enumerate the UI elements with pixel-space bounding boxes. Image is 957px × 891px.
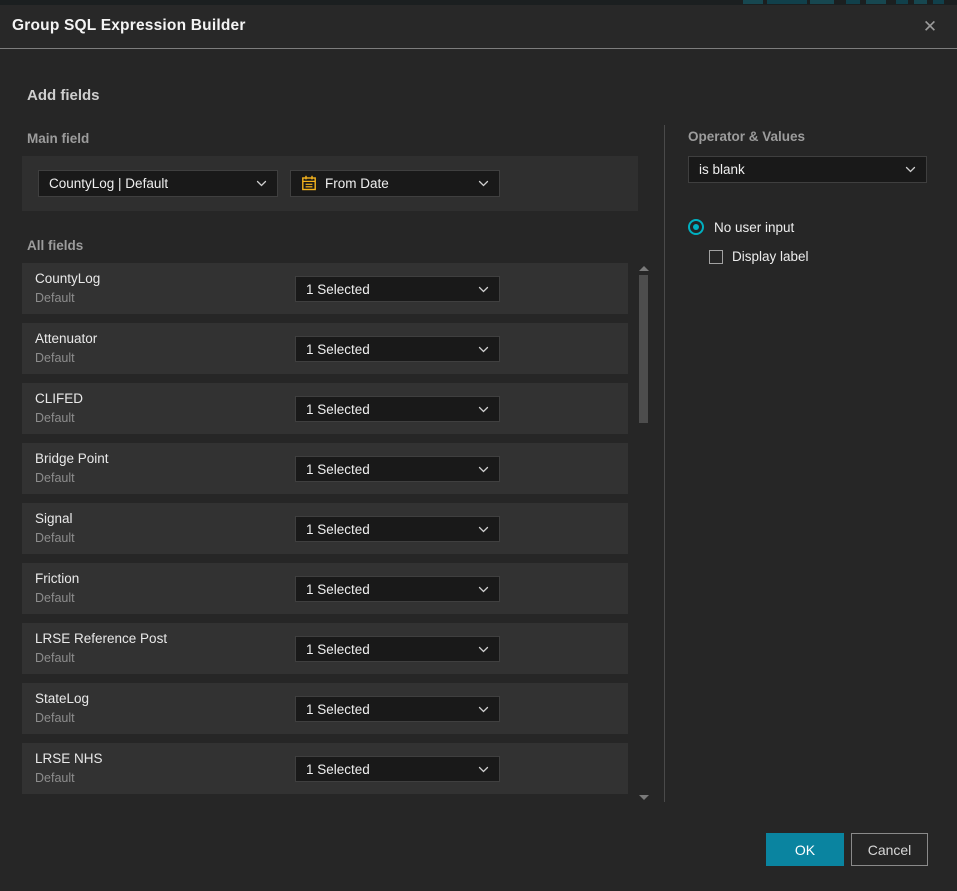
chevron-down-icon [478,180,489,187]
operator-select[interactable]: is blank [688,156,927,183]
background-app-fragment [896,0,908,4]
field-subtitle: Default [35,411,75,425]
chevron-down-icon [478,586,489,593]
checkbox-icon [709,250,723,264]
background-app-fragment [810,0,834,4]
field-row: Signal Default 1 Selected [22,503,628,554]
field-row: Bridge Point Default 1 Selected [22,443,628,494]
field-subtitle: Default [35,711,75,725]
field-selected-value: 1 Selected [306,462,470,477]
add-fields-heading: Add fields [27,87,100,104]
field-selected-value: 1 Selected [306,582,470,597]
chevron-down-icon [478,526,489,533]
field-selected-value: 1 Selected [306,342,470,357]
field-name: CountyLog [35,271,100,286]
field-subtitle: Default [35,771,75,785]
dialog-title: Group SQL Expression Builder [12,17,246,35]
field-subtitle: Default [35,591,75,605]
field-name: Bridge Point [35,451,109,466]
field-selected-dropdown[interactable]: 1 Selected [295,756,500,782]
field-selected-value: 1 Selected [306,762,470,777]
chevron-down-icon [256,180,267,187]
field-selected-dropdown[interactable]: 1 Selected [295,396,500,422]
scrollbar-thumb[interactable] [639,275,648,423]
main-field-box: CountyLog | Default From Date [22,156,638,211]
panel-divider [664,125,665,802]
field-row: Attenuator Default 1 Selected [22,323,628,374]
all-fields-label: All fields [27,238,83,253]
field-row: LRSE Reference Post Default 1 Selected [22,623,628,674]
chevron-down-icon [478,346,489,353]
field-name: LRSE NHS [35,751,103,766]
scroll-down-icon[interactable] [639,795,649,800]
field-list: CountyLog Default 1 Selected Attenuator … [22,263,628,803]
no-user-input-label: No user input [714,220,794,235]
chevron-down-icon [905,166,916,173]
field-selected-value: 1 Selected [306,282,470,297]
close-icon[interactable]: ✕ [917,14,943,40]
radio-icon [688,219,704,235]
field-subtitle: Default [35,531,75,545]
field-select-value: From Date [325,176,470,191]
layer-select[interactable]: CountyLog | Default [38,170,278,197]
field-subtitle: Default [35,351,75,365]
field-row: Friction Default 1 Selected [22,563,628,614]
field-subtitle: Default [35,471,75,485]
background-app-fragment [743,0,763,4]
background-app-fragment [866,0,886,4]
background-app-fragment [914,0,927,4]
field-name: StateLog [35,691,89,706]
radio-dot [693,224,699,230]
field-subtitle: Default [35,651,75,665]
field-selected-value: 1 Selected [306,402,470,417]
field-name: Friction [35,571,79,586]
field-row: CountyLog Default 1 Selected [22,263,628,314]
field-selected-value: 1 Selected [306,642,470,657]
main-field-label: Main field [27,131,89,146]
field-selected-value: 1 Selected [306,522,470,537]
no-user-input-radio[interactable]: No user input [688,219,794,235]
field-selected-dropdown[interactable]: 1 Selected [295,636,500,662]
chevron-down-icon [478,646,489,653]
field-name: Attenuator [35,331,97,346]
background-app-fragment [846,0,860,4]
scroll-up-icon[interactable] [639,266,649,271]
field-select[interactable]: From Date [290,170,500,197]
field-name: Signal [35,511,73,526]
operator-values-heading: Operator & Values [688,129,805,144]
field-selected-dropdown[interactable]: 1 Selected [295,516,500,542]
chevron-down-icon [478,706,489,713]
field-name: CLIFED [35,391,83,406]
layer-select-value: CountyLog | Default [49,176,248,191]
background-app-fragment [767,0,807,4]
field-row: StateLog Default 1 Selected [22,683,628,734]
ok-button[interactable]: OK [766,833,844,866]
field-subtitle: Default [35,291,75,305]
background-app-fragment [933,0,944,4]
field-name: LRSE Reference Post [35,631,167,646]
display-label-label: Display label [732,249,809,264]
field-row: LRSE NHS Default 1 Selected [22,743,628,794]
dialog-header: Group SQL Expression Builder ✕ [0,5,957,49]
scrollbar[interactable] [637,262,651,802]
field-selected-dropdown[interactable]: 1 Selected [295,276,500,302]
display-label-checkbox[interactable]: Display label [709,249,809,264]
field-selected-dropdown[interactable]: 1 Selected [295,576,500,602]
field-selected-dropdown[interactable]: 1 Selected [295,696,500,722]
cancel-button[interactable]: Cancel [851,833,928,866]
field-row: CLIFED Default 1 Selected [22,383,628,434]
chevron-down-icon [478,286,489,293]
field-selected-value: 1 Selected [306,702,470,717]
chevron-down-icon [478,406,489,413]
calendar-icon [301,175,317,192]
chevron-down-icon [478,766,489,773]
chevron-down-icon [478,466,489,473]
operator-select-value: is blank [699,162,897,177]
field-selected-dropdown[interactable]: 1 Selected [295,456,500,482]
field-selected-dropdown[interactable]: 1 Selected [295,336,500,362]
